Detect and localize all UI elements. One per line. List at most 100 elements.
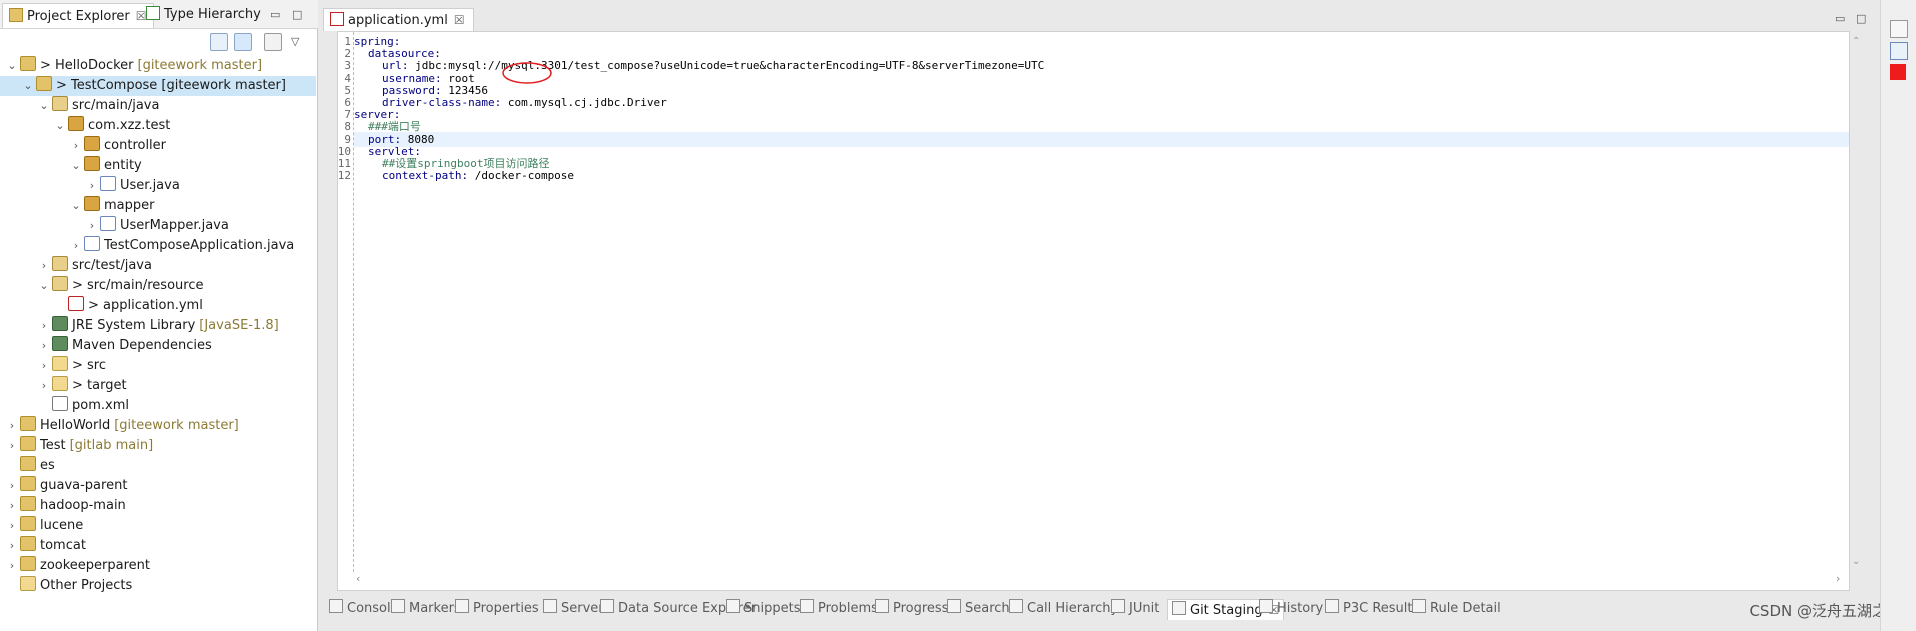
- tree-item[interactable]: ⌄ entity: [0, 156, 316, 176]
- chevron-right-icon[interactable]: ›: [70, 236, 82, 256]
- red-stop-icon[interactable]: [1890, 64, 1906, 80]
- tree-item[interactable]: › > src: [0, 356, 316, 376]
- chevron-right-icon[interactable]: ›: [6, 496, 18, 516]
- tab-junit[interactable]: JUnit: [1111, 599, 1159, 619]
- yaml-file-icon: [330, 12, 344, 26]
- tab-p3c-results[interactable]: P3C Results: [1325, 599, 1419, 619]
- filter-icon[interactable]: [264, 33, 282, 51]
- tree-item[interactable]: › TestComposeApplication.java: [0, 236, 316, 256]
- tree-item-label: lucene: [40, 518, 84, 533]
- tree-item[interactable]: › Maven Dependencies: [0, 336, 316, 356]
- chevron-right-icon[interactable]: ›: [6, 536, 18, 556]
- tree-item[interactable]: ⌄ src/main/java: [0, 96, 316, 116]
- chevron-right-icon[interactable]: ›: [6, 516, 18, 536]
- yml-icon: [68, 296, 84, 311]
- tab-application-yml[interactable]: application.yml ☒: [323, 8, 474, 31]
- view-menu-icon[interactable]: ▽: [291, 35, 299, 48]
- tab-properties[interactable]: Properties: [455, 599, 539, 619]
- chevron-right-icon[interactable]: ›: [38, 336, 50, 356]
- tree-item[interactable]: › > target: [0, 376, 316, 396]
- chevron-right-icon[interactable]: ›: [38, 256, 50, 276]
- tab-progress[interactable]: Progress: [875, 599, 948, 619]
- minimize-icon[interactable]: ▭: [270, 8, 280, 21]
- tree-item[interactable]: › tomcat: [0, 536, 316, 556]
- tab-label: Git Staging: [1190, 603, 1263, 618]
- tree-item[interactable]: › guava-parent: [0, 476, 316, 496]
- tree-item[interactable]: ⌄ > TestCompose [giteework master]: [0, 76, 316, 96]
- properties-icon: [455, 599, 469, 613]
- tab-search[interactable]: Search: [947, 599, 1010, 619]
- chevron-right-icon[interactable]: ›: [6, 556, 18, 576]
- tree-item[interactable]: › UserMapper.java: [0, 216, 316, 236]
- tree-item[interactable]: ⌄ com.xzz.test: [0, 116, 316, 136]
- code-line[interactable]: url: jdbc:mysql://mysql:3301/test_compos…: [382, 58, 1044, 73]
- tab-rule-detail[interactable]: Rule Detail: [1412, 599, 1501, 619]
- proj-icon: [36, 76, 52, 91]
- chevron-right-icon[interactable]: ›: [6, 476, 18, 496]
- tree-item-label: > target: [72, 378, 127, 393]
- tree-item[interactable]: › src/test/java: [0, 256, 316, 276]
- tree-item-label: > HelloDocker: [40, 58, 134, 73]
- outline-icon[interactable]: [1890, 42, 1908, 60]
- link-with-editor-icon[interactable]: [234, 33, 252, 51]
- chevron-down-icon[interactable]: ⌄: [6, 56, 18, 76]
- chevron-down-icon[interactable]: ⌄: [22, 76, 34, 96]
- tree-item[interactable]: pom.xml: [0, 396, 316, 416]
- collapse-all-icon[interactable]: [210, 33, 228, 51]
- tree-item[interactable]: Other Projects: [0, 576, 316, 596]
- editor-tab-bar: application.yml ☒ ▭ □: [323, 8, 1866, 31]
- tab-project-explorer[interactable]: Project Explorer ☒: [2, 3, 154, 28]
- code-editor[interactable]: [337, 31, 1850, 591]
- chevron-right-icon[interactable]: ›: [38, 376, 50, 396]
- tree-item[interactable]: › HelloWorld [giteework master]: [0, 416, 316, 436]
- scroll-up-icon[interactable]: ⌃: [1852, 36, 1860, 47]
- code-line[interactable]: driver-class-name: com.mysql.cj.jdbc.Dri…: [382, 95, 667, 110]
- chevron-down-icon[interactable]: ⌄: [70, 196, 82, 216]
- tree-item[interactable]: › JRE System Library [JavaSE-1.8]: [0, 316, 316, 336]
- tab-call-hierarchy[interactable]: Call Hierarchy: [1009, 599, 1118, 619]
- tree-item[interactable]: › hadoop-main: [0, 496, 316, 516]
- tree-item[interactable]: › lucene: [0, 516, 316, 536]
- chevron-right-icon[interactable]: ›: [38, 316, 50, 336]
- tab-history[interactable]: History: [1259, 599, 1323, 619]
- maximize-icon[interactable]: □: [292, 8, 302, 21]
- chevron-right-icon[interactable]: ›: [70, 136, 82, 156]
- tree-item[interactable]: › zookeeperparent: [0, 556, 316, 576]
- chevron-down-icon[interactable]: ⌄: [54, 116, 66, 136]
- scroll-right-icon[interactable]: ›: [1836, 572, 1840, 585]
- chevron-down-icon[interactable]: ⌄: [70, 156, 82, 176]
- tree-item[interactable]: › User.java: [0, 176, 316, 196]
- tree-item[interactable]: es: [0, 456, 316, 476]
- horizontal-scrollbar[interactable]: ‹ ›: [350, 572, 1847, 588]
- tree-item[interactable]: > application.yml: [0, 296, 316, 316]
- tree-item[interactable]: ⌄ mapper: [0, 196, 316, 216]
- tree-item[interactable]: › controller: [0, 136, 316, 156]
- tab-markers[interactable]: Markers: [391, 599, 461, 619]
- tree-item[interactable]: › Test [gitlab main]: [0, 436, 316, 456]
- tab-type-hierarchy[interactable]: Type Hierarchy: [140, 3, 267, 27]
- chevron-right-icon[interactable]: ›: [38, 356, 50, 376]
- chevron-right-icon[interactable]: ›: [86, 176, 98, 196]
- tree-item[interactable]: ⌄ > HelloDocker [giteework master]: [0, 56, 316, 76]
- close-icon[interactable]: ☒: [454, 13, 465, 27]
- tree-item-label: > TestCompose [giteework master]: [56, 78, 286, 93]
- chevron-right-icon[interactable]: ›: [86, 216, 98, 236]
- tree-item-label: mapper: [104, 198, 155, 213]
- restore-icon[interactable]: [1890, 20, 1908, 38]
- chevron-down-icon[interactable]: ⌄: [38, 96, 50, 116]
- scroll-down-icon[interactable]: ⌄: [1852, 556, 1860, 567]
- proj-icon: [20, 516, 36, 531]
- maximize-icon[interactable]: □: [1856, 12, 1866, 25]
- tab-console[interactable]: Console: [329, 599, 399, 619]
- p3c-results-icon: [1325, 599, 1339, 613]
- tab-problems[interactable]: Problems: [800, 599, 878, 619]
- tab-snippets[interactable]: Snippets: [726, 599, 800, 619]
- chevron-down-icon[interactable]: ⌄: [38, 276, 50, 296]
- tab-label: Call Hierarchy: [1027, 601, 1119, 616]
- code-line[interactable]: context-path: /docker-compose: [382, 168, 574, 183]
- tree-item[interactable]: ⌄ > src/main/resource: [0, 276, 316, 296]
- chevron-right-icon[interactable]: ›: [6, 436, 18, 456]
- minimize-icon[interactable]: ▭: [1835, 12, 1845, 25]
- scroll-left-icon[interactable]: ‹: [356, 572, 360, 585]
- chevron-right-icon[interactable]: ›: [6, 416, 18, 436]
